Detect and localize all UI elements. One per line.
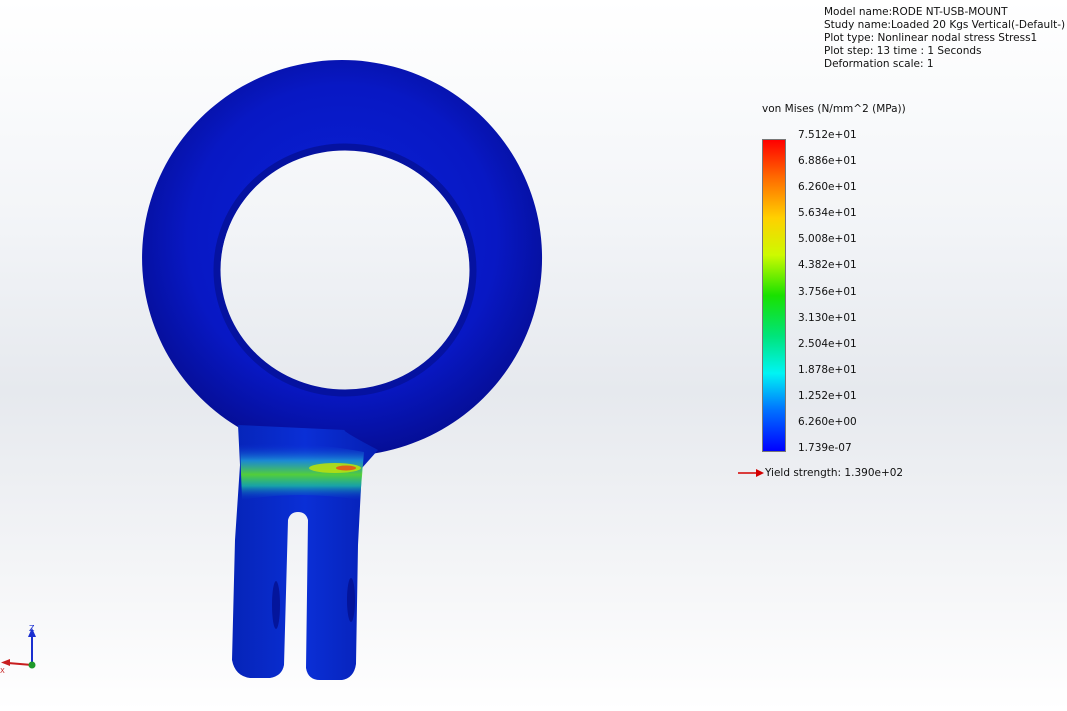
legend-tick: 4.382e+01: [798, 259, 857, 272]
legend-tick: 2.504e+01: [798, 337, 857, 350]
axis-triad-icon[interactable]: Z X: [0, 620, 46, 676]
legend-tick: 3.756e+01: [798, 285, 857, 298]
z-axis-label: Z: [29, 624, 35, 633]
legend-tick: 5.634e+01: [798, 207, 857, 220]
legend-tick: 7.512e+01: [798, 129, 857, 141]
graphics-viewport[interactable]: [0, 0, 1067, 711]
ring-hole-rim: [213, 143, 477, 397]
origin-dot: [28, 661, 36, 669]
red-arrow-icon: [738, 469, 764, 477]
legend-tick: 6.886e+01: [798, 155, 857, 168]
x-axis-arrow: [1, 659, 10, 666]
study-name: Study name:Loaded 20 Kgs Vertical(-Defau…: [824, 19, 1066, 31]
mount-ring: [142, 60, 543, 456]
legend-tick: 5.008e+01: [798, 233, 857, 246]
x-axis: [7, 662, 33, 666]
x-axis-label: X: [0, 667, 5, 675]
legend-title: von Mises (N/mm^2 (MPa)): [762, 103, 906, 115]
legend-tick: 6.260e+01: [798, 181, 857, 194]
deformation-scale: Deformation scale: 1: [824, 58, 934, 70]
yield-strength-label: Yield strength: 1.390e+02: [765, 467, 904, 479]
plot-type: Plot type: Nonlinear nodal stress Stress…: [824, 32, 1038, 44]
legend-tick: 1.252e+01: [798, 389, 857, 402]
pin-hole-left: [272, 581, 280, 629]
pin-hole-right: [347, 578, 355, 622]
yield-strength-marker: Yield strength: 1.390e+02: [738, 467, 903, 479]
model-name: Model name:RODE NT-USB-MOUNT: [824, 6, 1008, 18]
stress-peak: [336, 465, 356, 471]
legend-tick: 1.878e+01: [798, 363, 857, 376]
stress-plot-model[interactable]: [0, 0, 1067, 711]
legend-tick: 1.739e-07: [798, 442, 852, 455]
model-info-panel: Model name:RODE NT-USB-MOUNT Study name:…: [824, 6, 1065, 71]
legend-tick-labels: 7.512e+01 6.886e+01 6.260e+01 5.634e+01 …: [798, 128, 857, 467]
legend-tick: 3.130e+01: [798, 311, 857, 324]
plot-step: Plot step: 13 time : 1 Seconds: [824, 45, 982, 57]
stress-colorbar[interactable]: [762, 139, 786, 452]
legend-tick: 6.260e+00: [798, 416, 857, 429]
